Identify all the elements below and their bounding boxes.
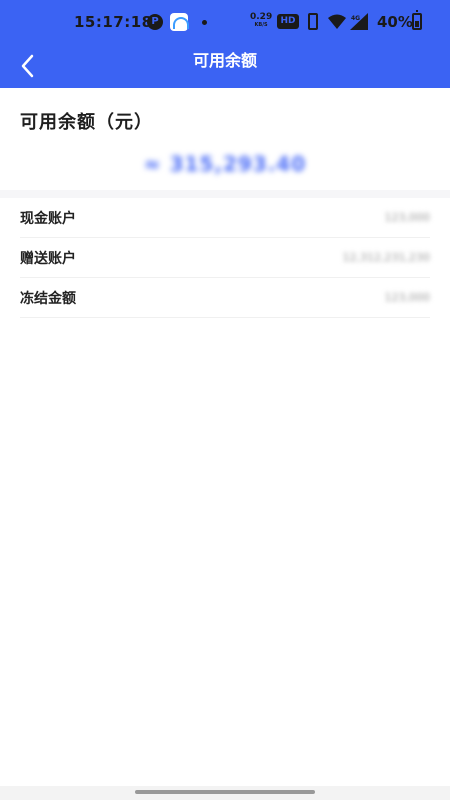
status-time: 15:17:18 — [74, 13, 153, 31]
account-label: 赠送账户 — [20, 250, 76, 267]
account-row-frozen: 冻结金额 123,000 — [20, 278, 430, 318]
section-divider — [0, 190, 450, 198]
network-speed: 0.29 KB/S — [250, 13, 272, 29]
svg-text:4G: 4G — [351, 15, 360, 22]
network-speed-unit: KB/S — [254, 22, 268, 28]
battery-icon — [412, 10, 422, 30]
cell-signal-icon: 4G — [350, 13, 368, 30]
page-title: 可用余额 — [192, 51, 257, 70]
available-balance-amount: ≈ 315,293.40 — [143, 152, 307, 176]
account-label: 冻结金额 — [20, 290, 76, 307]
notification-app-icon-2 — [170, 13, 189, 31]
more-notifications-dot — [202, 20, 207, 25]
summary-title: 可用余额（元） — [20, 112, 153, 133]
hd-badge: HD — [277, 14, 299, 29]
battery-percent: 40% — [377, 13, 413, 31]
account-value: 12,312,231,230 — [342, 251, 430, 264]
home-indicator[interactable] — [135, 790, 315, 794]
status-bar: 15:17:18 P 0.29 KB/S HD 4G 40% — [0, 0, 450, 44]
account-value: 123,000 — [384, 291, 431, 304]
account-value: 123,000 — [384, 211, 431, 224]
notification-app-icon: P — [147, 14, 163, 30]
vibrate-icon — [308, 13, 318, 30]
account-row-bonus: 赠送账户 12,312,231,230 — [20, 238, 430, 278]
account-list: 现金账户 123,000 赠送账户 12,312,231,230 冻结金额 12… — [20, 198, 430, 318]
account-label: 现金账户 — [20, 210, 76, 227]
balance-summary: 可用余额（元） ≈ 315,293.40 — [20, 108, 430, 176]
wifi-icon — [328, 14, 346, 30]
account-row-cash: 现金账户 123,000 — [20, 198, 430, 238]
app-bar: 可用余额 — [0, 44, 450, 88]
